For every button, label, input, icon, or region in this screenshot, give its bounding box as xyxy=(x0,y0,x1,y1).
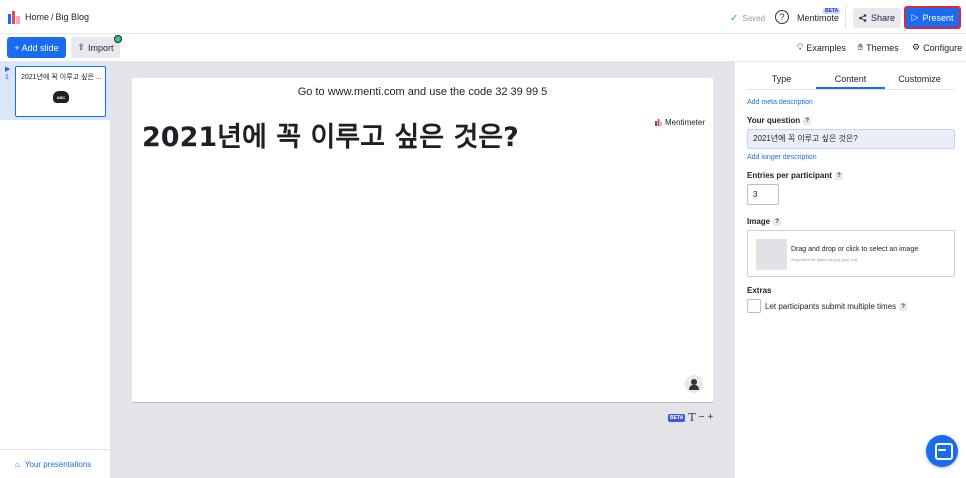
help-icon[interactable]: ? xyxy=(775,10,789,24)
join-instructions: Go to www.menti.com and use the code 32 … xyxy=(132,86,713,98)
entries-help-icon[interactable]: ? xyxy=(834,171,843,180)
decrease-text-button[interactable]: − xyxy=(699,412,705,423)
extras-label-text: Extras xyxy=(747,286,772,295)
check-icon: ✓ xyxy=(730,13,739,24)
image-label-text: Image xyxy=(747,217,771,226)
join-url: www.menti.com xyxy=(327,86,405,98)
tab-customize[interactable]: Customize xyxy=(885,69,954,89)
share-icon xyxy=(859,14,867,22)
text-size-icon[interactable]: T xyxy=(688,411,695,424)
current-slide-arrow-icon: ▶ xyxy=(5,66,11,73)
home-icon: ⌂ xyxy=(15,459,20,469)
breadcrumb-current[interactable]: Big Blog xyxy=(56,12,90,22)
themes-label: Themes xyxy=(866,42,899,53)
tab-type[interactable]: Type xyxy=(747,69,816,89)
image-help-icon[interactable]: ? xyxy=(773,217,782,226)
slide-preview[interactable]: Go to www.menti.com and use the code 32 … xyxy=(132,78,713,403)
user-icon[interactable] xyxy=(685,375,703,393)
add-longer-description-link[interactable]: Add longer description xyxy=(747,154,817,161)
canvas-text-tools: BETA T − + xyxy=(668,411,713,424)
chat-support-icon[interactable] xyxy=(926,435,958,467)
import-label: Import xyxy=(88,42,114,53)
editor-canvas: Go to www.menti.com and use the code 32 … xyxy=(111,62,735,478)
present-label: Present xyxy=(922,12,954,23)
breadcrumb-separator: / xyxy=(51,12,54,22)
slide-question-title[interactable]: 2021년에 꼭 이루고 싶은 것은? xyxy=(142,115,519,154)
share-label: Share xyxy=(870,13,896,23)
examples-button[interactable]: 💡︎ Examples xyxy=(797,42,846,53)
image-drop-subtext: Supported file types are jpg, png, svg. xyxy=(791,257,859,262)
entries-label-text: Entries per participant xyxy=(747,171,832,180)
examples-label: Examples xyxy=(806,42,846,53)
add-meta-description-link[interactable]: Add meta description xyxy=(747,99,813,106)
gear-icon: ⚙ xyxy=(912,42,921,52)
slide-settings-panel: Type Content Customize Add meta descript… xyxy=(735,62,966,478)
mentimote-beta-badge: BETA xyxy=(823,8,841,14)
panel-tabs: Type Content Customize xyxy=(747,69,954,90)
configure-button[interactable]: ⚙ Configure xyxy=(912,42,962,53)
join-code: 32 39 99 5 xyxy=(495,86,548,98)
extras-label: Extras xyxy=(747,286,771,295)
multiple-submissions-checkbox[interactable] xyxy=(747,299,761,313)
text-tools-beta-badge: BETA xyxy=(668,413,686,422)
question-input[interactable]: 2021년에 꼭 이루고 싶은 것은? xyxy=(747,129,955,149)
your-presentations-link[interactable]: ⌂ Your presentations xyxy=(0,449,111,478)
image-drop-text: Drag and drop or click to select an imag… xyxy=(791,246,919,253)
present-button[interactable]: ▷ Present xyxy=(904,6,961,29)
mentimeter-brand: Mentimeter xyxy=(655,118,705,127)
multiple-submissions-option[interactable]: Let participants submit multiple times ? xyxy=(765,302,908,311)
entries-per-participant-input[interactable]: 3 xyxy=(747,184,779,205)
mentimeter-logo-icon[interactable] xyxy=(8,11,20,24)
lightbulb-icon: 💡︎ xyxy=(797,42,804,52)
top-bar: Home / Big Blog ✓ Saved ? Mentimote BETA S… xyxy=(0,0,966,34)
word-cloud-icon: ABC xyxy=(53,91,69,103)
import-button[interactable]: ⇪ Import xyxy=(71,37,120,58)
themes-button[interactable]: ✋︎ Themes xyxy=(858,42,899,53)
saved-label: Saved xyxy=(742,14,766,23)
slide-list-item[interactable]: ▶ 1 2021년에 꼭 이루고 싶은 ... ABC xyxy=(0,62,111,120)
mentimeter-logo-icon xyxy=(655,119,662,126)
share-button[interactable]: Share xyxy=(853,8,901,28)
mentimote-button[interactable]: Mentimote xyxy=(797,13,839,23)
breadcrumb: Home / Big Blog xyxy=(25,12,89,22)
your-question-label: Your question ? xyxy=(747,116,812,125)
header-divider xyxy=(845,6,846,28)
slide-thumbnail[interactable]: 2021년에 꼭 이루고 싶은 ... ABC xyxy=(15,66,106,117)
question-help-icon[interactable]: ? xyxy=(803,116,812,125)
import-notification-dot xyxy=(114,35,122,43)
brand-label: Mentimeter xyxy=(665,118,706,127)
multiple-submissions-label: Let participants submit multiple times xyxy=(765,302,897,311)
slide-list-sidebar: ▶ 1 2021년에 꼭 이루고 싶은 ... ABC ⌂ Your prese… xyxy=(0,62,111,478)
upload-icon: ⇪ xyxy=(77,42,86,52)
save-status: ✓ Saved xyxy=(730,13,765,24)
image-dropzone[interactable]: Drag and drop or click to select an imag… xyxy=(747,230,955,277)
toolbar: + Add slide ⇪ Import 💡︎ Examples ✋︎ Them… xyxy=(0,34,966,62)
extras-help-icon[interactable]: ? xyxy=(899,302,908,311)
image-placeholder-icon xyxy=(756,239,787,270)
breadcrumb-home[interactable]: Home xyxy=(25,12,49,22)
entries-label: Entries per participant ? xyxy=(747,171,843,180)
configure-label: Configure xyxy=(923,42,963,53)
join-prefix: Go to xyxy=(297,86,325,98)
increase-text-button[interactable]: + xyxy=(707,412,713,423)
your-presentations-label: Your presentations xyxy=(24,459,92,469)
add-slide-button[interactable]: + Add slide xyxy=(7,37,66,58)
tab-content[interactable]: Content xyxy=(816,69,885,89)
slide-thumbnail-title: 2021년에 꼭 이루고 싶은 ... xyxy=(21,74,102,81)
image-label: Image ? xyxy=(747,217,782,226)
your-question-label-text: Your question xyxy=(747,116,801,125)
join-middle: and use the code xyxy=(407,86,493,98)
palette-icon: ✋︎ xyxy=(858,42,864,52)
slide-number: 1 xyxy=(5,74,9,81)
play-icon: ▷ xyxy=(911,12,919,22)
